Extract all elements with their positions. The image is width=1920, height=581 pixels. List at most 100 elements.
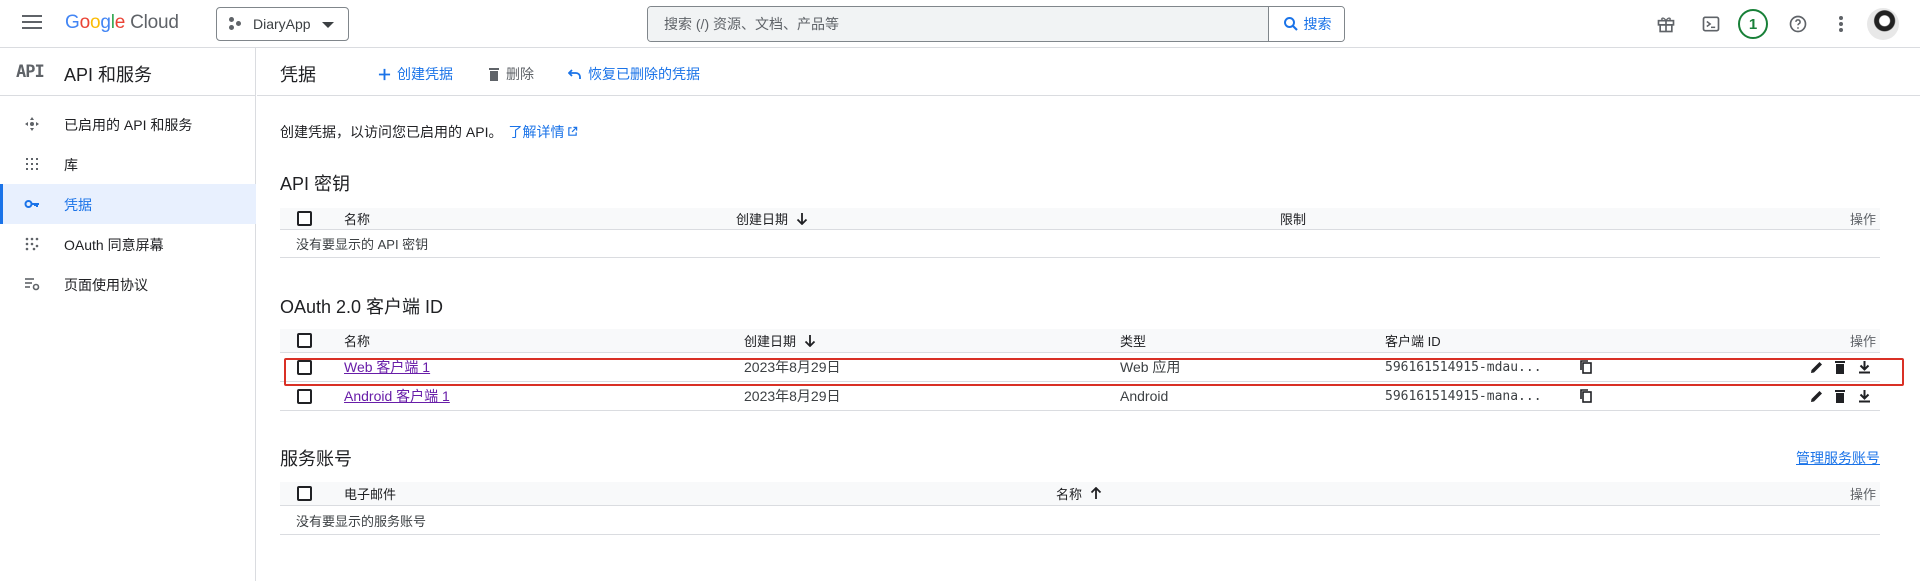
- sidebar-item-credentials[interactable]: 凭据: [0, 184, 256, 224]
- delete-icon[interactable]: [1834, 353, 1846, 381]
- add-icon: [378, 68, 391, 80]
- empty-message: 没有要显示的 API 密钥: [296, 237, 429, 252]
- delete-label: 删除: [506, 66, 534, 82]
- download-icon[interactable]: [1858, 353, 1871, 381]
- client-name-link[interactable]: Android 客户端 1: [344, 382, 450, 410]
- user-avatar[interactable]: [1867, 8, 1899, 40]
- table-header: 名称 创建日期 限制 操作: [280, 208, 1880, 229]
- column-name[interactable]: 名称: [344, 208, 370, 229]
- checkbox[interactable]: [297, 359, 312, 375]
- copy-icon[interactable]: [1580, 382, 1592, 410]
- main-menu-icon[interactable]: [22, 15, 42, 33]
- notification-count: 1: [1738, 9, 1768, 39]
- google-cloud-logo[interactable]: Google Cloud: [65, 12, 179, 34]
- empty-row: 没有要显示的服务账号: [280, 506, 1880, 535]
- row-checkbox[interactable]: [297, 353, 312, 381]
- service-accounts-title: 服务账号: [280, 449, 352, 469]
- page-title: 凭据: [280, 65, 316, 85]
- learn-more-label: 了解详情: [508, 124, 565, 140]
- checkbox[interactable]: [297, 486, 312, 501]
- column-created[interactable]: 创建日期: [744, 329, 816, 352]
- top-bar: GoogleCloud DiaryApp 搜索 1: [0, 0, 1920, 48]
- row-checkbox[interactable]: [297, 382, 312, 410]
- edit-icon[interactable]: [1810, 353, 1824, 381]
- gift-icon[interactable]: [1654, 12, 1678, 36]
- column-actions: 操作: [1850, 212, 1877, 227]
- column-name-label: 名称: [1056, 487, 1083, 502]
- search-input[interactable]: [648, 7, 1268, 41]
- sidebar-item-label: 页面使用协议: [64, 277, 148, 293]
- notifications-badge[interactable]: 1: [1737, 8, 1769, 40]
- checkbox[interactable]: [297, 388, 312, 404]
- api-logo: API: [16, 62, 45, 82]
- sidebar-header: API API 和服务: [0, 48, 256, 96]
- select-all-checkbox[interactable]: [297, 482, 312, 505]
- column-email[interactable]: 电子邮件: [344, 482, 396, 505]
- sidebar: API API 和服务 已启用的 API 和服务 库 凭据 OAuth 同意屏幕…: [0, 48, 256, 581]
- search-button[interactable]: 搜索: [1268, 7, 1344, 41]
- oauth-table: 名称 创建日期 类型 客户端 ID 操作 Web 客户端 1 2023年8月29…: [280, 329, 1880, 411]
- download-icon[interactable]: [1858, 382, 1871, 410]
- sidebar-title: API 和服务: [64, 65, 153, 85]
- oauth-consent-icon: [25, 237, 39, 251]
- column-name[interactable]: 名称: [344, 329, 370, 352]
- logo-google-text: Google: [65, 12, 126, 33]
- select-all-checkbox[interactable]: [297, 329, 312, 352]
- manage-service-accounts-link[interactable]: 管理服务账号: [1796, 448, 1880, 468]
- delete-icon[interactable]: [1834, 382, 1846, 410]
- api-keys-table: 名称 创建日期 限制 操作 没有要显示的 API 密钥: [280, 208, 1880, 258]
- column-actions: 操作: [1850, 487, 1877, 502]
- created-date: 2023年8月29日: [744, 359, 841, 375]
- copy-icon[interactable]: [1580, 353, 1592, 381]
- arrow-down-icon: [796, 213, 808, 225]
- restore-deleted-label: 恢复已删除的凭据: [588, 66, 700, 82]
- column-restrictions: 限制: [1280, 212, 1307, 227]
- sidebar-item-label: 已启用的 API 和服务: [64, 117, 193, 133]
- table-row: Android 客户端 1 2023年8月29日 Android 5961615…: [280, 382, 1880, 411]
- undo-icon: [568, 69, 581, 79]
- sidebar-item-label: 凭据: [64, 197, 92, 213]
- caret-down-icon: [322, 22, 334, 28]
- created-date: 2023年8月29日: [744, 388, 841, 404]
- cloud-shell-icon[interactable]: [1699, 12, 1723, 36]
- column-name[interactable]: 名称: [1056, 482, 1102, 505]
- service-accounts-table: 电子邮件 名称 操作 没有要显示的服务账号: [280, 482, 1880, 535]
- sidebar-item-page-usage[interactable]: 页面使用协议: [0, 264, 256, 304]
- search-bar: 搜索: [647, 6, 1345, 42]
- delete-icon: [489, 68, 499, 81]
- table-header: 电子邮件 名称 操作: [280, 482, 1880, 506]
- client-name[interactable]: Web 客户端 1: [344, 357, 430, 377]
- sidebar-item-enabled-apis[interactable]: 已启用的 API 和服务: [0, 104, 256, 144]
- column-created-label: 创建日期: [736, 212, 789, 227]
- key-icon: [24, 200, 39, 208]
- intro-description: 创建凭据，以访问您已启用的 API。: [280, 124, 503, 140]
- library-icon: [26, 158, 38, 170]
- column-created-label: 创建日期: [744, 334, 797, 349]
- client-name[interactable]: Android 客户端 1: [344, 386, 450, 406]
- restore-deleted-button[interactable]: 恢复已删除的凭据: [568, 64, 700, 84]
- project-picker-button[interactable]: DiaryApp: [216, 7, 349, 41]
- main-content: 凭据 创建凭据 删除 恢复已删除的凭据 创建凭据，以访问您已启用的 API。 了解…: [257, 48, 1920, 581]
- sidebar-item-oauth-consent[interactable]: OAuth 同意屏幕: [0, 224, 256, 264]
- more-vert-icon[interactable]: [1829, 12, 1853, 36]
- api-keys-title: API 密钥: [280, 174, 351, 194]
- column-created[interactable]: 创建日期: [736, 208, 808, 229]
- enabled-apis-icon: [25, 117, 39, 131]
- page-header: 凭据 创建凭据 删除 恢复已删除的凭据: [257, 48, 1920, 96]
- delete-button[interactable]: 删除: [488, 64, 534, 84]
- help-icon[interactable]: [1786, 12, 1810, 36]
- client-name-link[interactable]: Web 客户端 1: [344, 353, 430, 381]
- column-type[interactable]: 类型: [1120, 329, 1146, 352]
- learn-more-link[interactable]: 了解详情: [508, 124, 578, 140]
- checkbox[interactable]: [297, 333, 312, 348]
- column-client-id[interactable]: 客户端 ID: [1385, 329, 1441, 352]
- select-all-checkbox[interactable]: [297, 208, 312, 229]
- oauth-title: OAuth 2.0 客户端 ID: [280, 297, 444, 317]
- edit-icon[interactable]: [1810, 382, 1824, 410]
- create-credentials-button[interactable]: 创建凭据: [378, 64, 453, 84]
- logo-cloud-text: Cloud: [130, 12, 179, 33]
- search-icon: [1283, 17, 1298, 31]
- sidebar-item-library[interactable]: 库: [0, 144, 256, 184]
- checkbox[interactable]: [297, 211, 312, 226]
- project-name: DiaryApp: [253, 16, 311, 32]
